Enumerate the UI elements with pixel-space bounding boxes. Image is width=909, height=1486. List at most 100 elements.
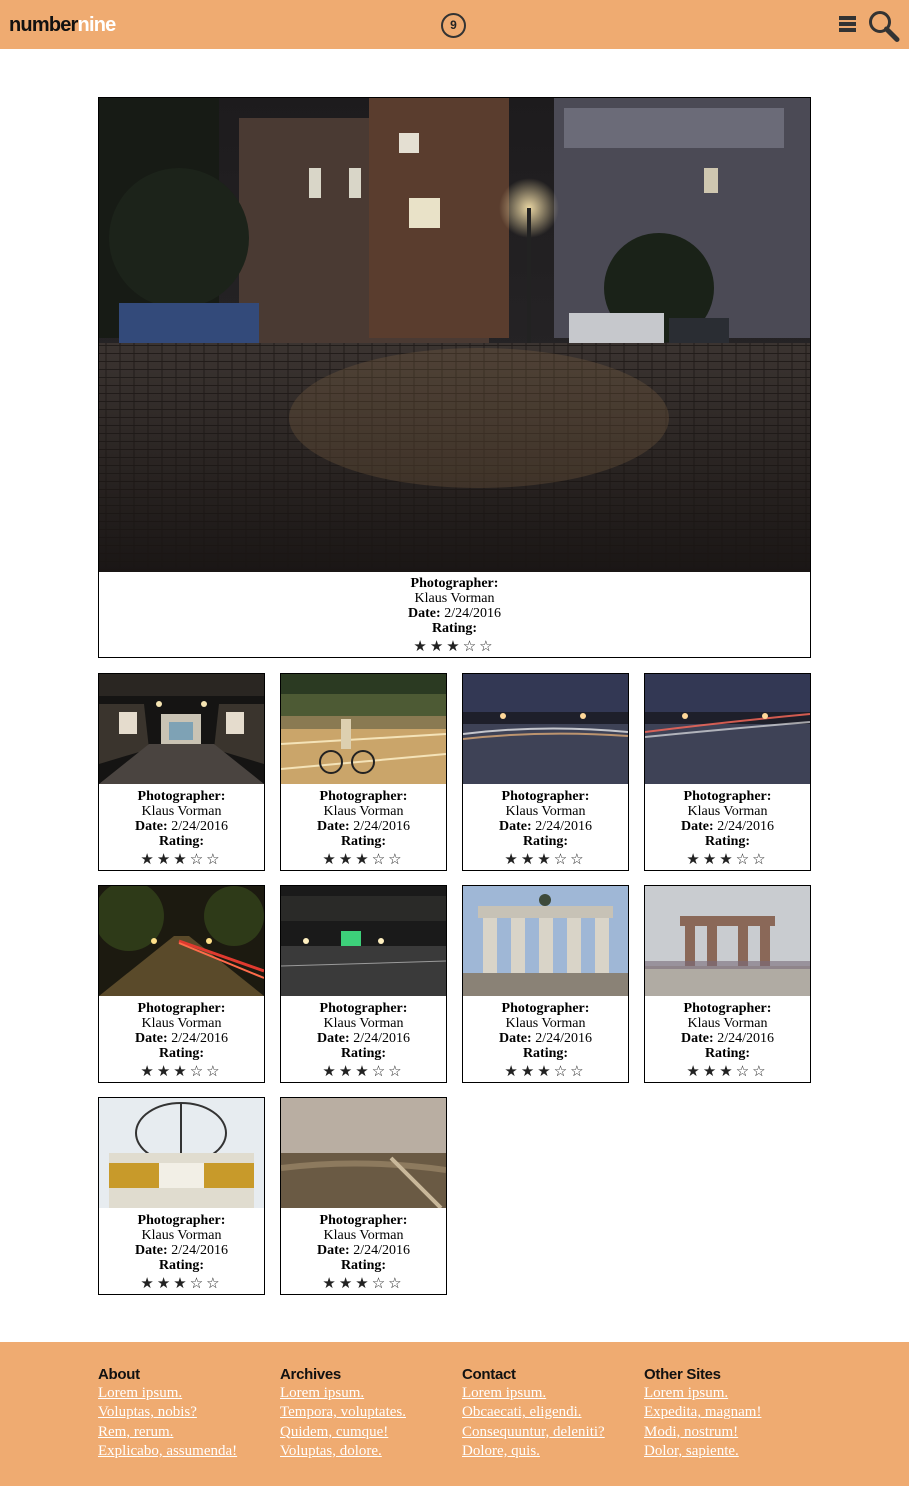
featured-photo-card[interactable]: Photographer: Klaus Vorman Date: 2/24/20… [98,97,811,658]
photo-thumbnail[interactable] [281,886,446,996]
hamburger-menu-icon[interactable] [839,16,856,32]
date-label: Date: [135,1243,168,1258]
footer-heading: Other Sites [644,1366,721,1383]
footer-link[interactable]: Dolore, quis. [462,1442,642,1461]
rating-label: Rating: [158,1046,205,1061]
footer-link[interactable]: Tempora, voluptates. [280,1403,460,1422]
photo-thumbnail[interactable] [99,1098,264,1208]
photo-thumbnail[interactable] [99,886,264,996]
nine-badge-icon[interactable]: 9 [441,13,466,38]
star-rating[interactable]: ★★★☆☆ [645,1062,810,1081]
footer-link[interactable]: Lorem ipsum. [462,1384,642,1403]
rating-label: Rating: [431,621,478,636]
photographer-label: Photographer: [501,1001,590,1016]
photographer-name: Klaus Vorman [323,1016,404,1031]
rating-label: Rating: [158,834,205,849]
star-rating[interactable]: ★★★☆☆ [281,1274,446,1293]
footer-link[interactable]: Lorem ipsum. [98,1384,278,1403]
footer-link[interactable]: Consequuntur, deleniti? [462,1423,642,1442]
photo-thumbnail[interactable] [463,674,628,784]
star-rating[interactable]: ★★★☆☆ [281,1062,446,1081]
photo-thumbnail[interactable] [463,886,628,996]
star-rating[interactable]: ★★★☆☆ [281,850,446,869]
date-value: 2/24/2016 [353,1031,410,1046]
star-rating[interactable]: ★★★☆☆ [99,850,264,869]
star-rating[interactable]: ★★★☆☆ [99,1274,264,1293]
star-rating[interactable]: ★★★☆☆ [645,850,810,869]
date-label: Date: [681,819,714,834]
photo-thumbnail[interactable] [645,886,810,996]
photo-card[interactable]: Photographer: Klaus Vorman Date: 2/24/20… [280,885,447,1083]
photographer-name: Klaus Vorman [687,1016,768,1031]
photographer-label: Photographer: [137,1213,226,1228]
date-value: 2/24/2016 [171,1243,228,1258]
date-value: 2/24/2016 [717,819,774,834]
date-label: Date: [408,606,441,621]
photographer-label: Photographer: [319,1001,408,1016]
star-rating[interactable]: ★★★☆☆ [463,1062,628,1081]
photo-card[interactable]: Photographer: Klaus Vorman Date: 2/24/20… [280,673,447,871]
featured-photo-info: Photographer: Klaus Vorman Date: 2/24/20… [99,576,810,656]
photo-card[interactable]: Photographer: Klaus Vorman Date: 2/24/20… [280,1097,447,1295]
photographer-label: Photographer: [683,1001,772,1016]
photographer-name: Klaus Vorman [505,804,586,819]
date-value: 2/24/2016 [535,1031,592,1046]
footer-link[interactable]: Modi, nostrum! [644,1423,824,1442]
rating-label: Rating: [704,834,751,849]
photo-card[interactable]: Photographer: Klaus Vorman Date: 2/24/20… [462,673,629,871]
photo-card[interactable]: Photographer: Klaus Vorman Date: 2/24/20… [98,1097,265,1295]
footer-column-contact: Contact Lorem ipsum. Obcaecati, eligendi… [462,1366,642,1461]
photo-info: Photographer: Klaus Vorman Date: 2/24/20… [99,1001,264,1081]
logo-text-nine: nine [77,14,117,36]
footer-link[interactable]: Dolor, sapiente. [644,1442,824,1461]
footer-link[interactable]: Obcaecati, eligendi. [462,1403,642,1422]
star-rating[interactable]: ★★★☆☆ [99,1062,264,1081]
photo-info: Photographer: Klaus Vorman Date: 2/24/20… [463,789,628,869]
featured-photo[interactable] [99,98,810,572]
photo-thumbnail[interactable] [645,674,810,784]
footer-heading: About [98,1366,140,1383]
footer-link[interactable]: Quidem, cumque! [280,1423,460,1442]
footer-link[interactable]: Lorem ipsum. [280,1384,460,1403]
date-label: Date: [317,1031,350,1046]
photo-card[interactable]: Photographer: Klaus Vorman Date: 2/24/20… [98,673,265,871]
rating-label: Rating: [704,1046,751,1061]
date-value: 2/24/2016 [353,819,410,834]
footer-link[interactable]: Voluptas, nobis? [98,1403,278,1422]
site-logo[interactable]: numbernine [9,13,117,37]
photo-info: Photographer: Klaus Vorman Date: 2/24/20… [281,1001,446,1081]
footer-link[interactable]: Expedita, magnam! [644,1403,824,1422]
date-label: Date: [499,819,532,834]
photo-info: Photographer: Klaus Vorman Date: 2/24/20… [281,789,446,869]
footer-link[interactable]: Lorem ipsum. [644,1384,824,1403]
search-icon[interactable] [866,10,900,42]
photo-thumbnail[interactable] [281,674,446,784]
photographer-name: Klaus Vorman [323,1228,404,1243]
photo-card[interactable]: Photographer: Klaus Vorman Date: 2/24/20… [98,885,265,1083]
photo-thumbnail[interactable] [99,674,264,784]
photo-card[interactable]: Photographer: Klaus Vorman Date: 2/24/20… [462,885,629,1083]
rating-label: Rating: [522,834,569,849]
footer-heading: Contact [462,1366,516,1383]
site-header: numbernine 9 [0,0,909,49]
photo-info: Photographer: Klaus Vorman Date: 2/24/20… [645,1001,810,1081]
footer-link[interactable]: Rem, rerum. [98,1423,278,1442]
date-value: 2/24/2016 [353,1243,410,1258]
rating-label: Rating: [340,1258,387,1273]
date-label: Date: [135,1031,168,1046]
photographer-label: Photographer: [137,1001,226,1016]
photo-info: Photographer: Klaus Vorman Date: 2/24/20… [645,789,810,869]
photographer-label: Photographer: [501,789,590,804]
photo-card[interactable]: Photographer: Klaus Vorman Date: 2/24/20… [644,885,811,1083]
photo-info: Photographer: Klaus Vorman Date: 2/24/20… [463,1001,628,1081]
footer-link[interactable]: Explicabo, assumenda! [98,1442,278,1461]
footer-column-other-sites: Other Sites Lorem ipsum. Expedita, magna… [644,1366,824,1461]
footer-link[interactable]: Voluptas, dolore. [280,1442,460,1461]
photo-card[interactable]: Photographer: Klaus Vorman Date: 2/24/20… [644,673,811,871]
star-rating[interactable]: ★★★☆☆ [463,850,628,869]
photo-thumbnail[interactable] [281,1098,446,1208]
photographer-label: Photographer: [683,789,772,804]
date-label: Date: [135,819,168,834]
photographer-name: Klaus Vorman [141,1016,222,1031]
star-rating[interactable]: ★★★☆☆ [99,637,810,656]
